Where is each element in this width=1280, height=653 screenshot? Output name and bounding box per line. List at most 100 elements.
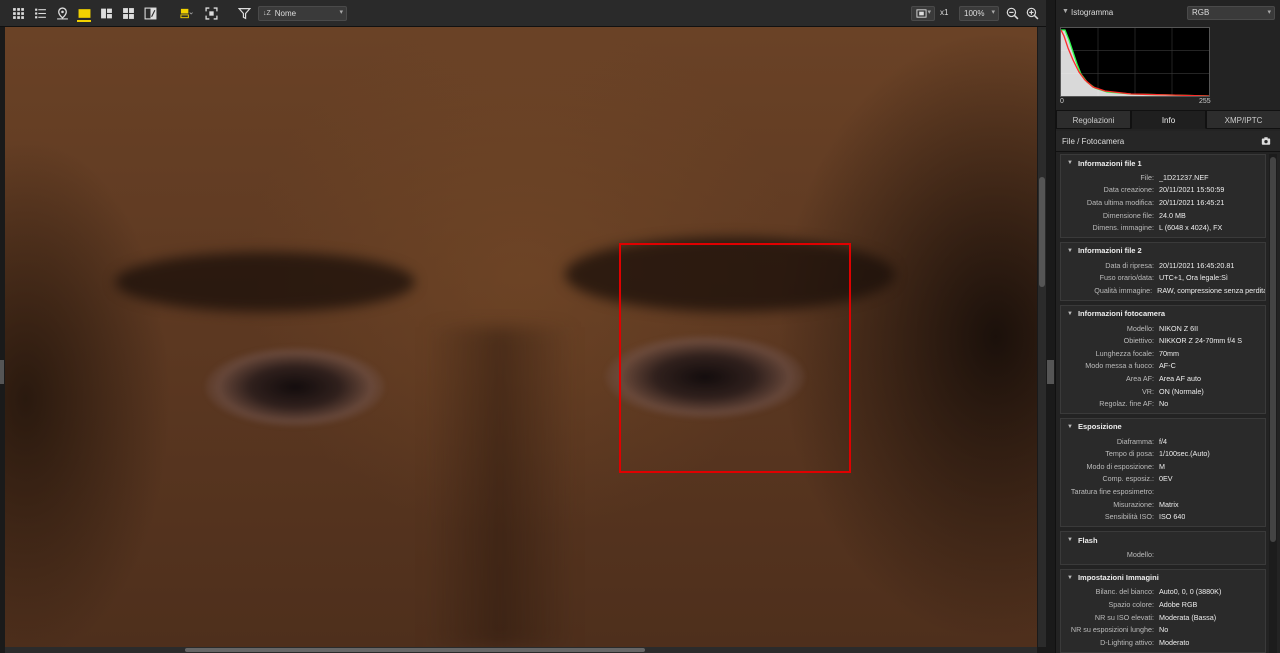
info-row: Modello: NIKON Z 6II — [1061, 322, 1265, 335]
info-section-header[interactable]: ▼ Informazioni file 2 — [1061, 243, 1265, 259]
panel-tabs: Regolazioni Info XMP/IPTC — [1056, 110, 1280, 129]
info-row-label: NR su esposizioni lunghe: — [1070, 625, 1154, 635]
map-view-button[interactable] — [53, 4, 71, 22]
info-row-value: M — [1159, 461, 1165, 471]
info-row-value: 1/100sec.(Auto) — [1159, 449, 1210, 459]
info-row: Dimensione file: 24.0 MB — [1061, 209, 1265, 222]
info-row-value: UTC+1, Ora legale:Sì — [1159, 273, 1228, 283]
before-after-button[interactable] — [141, 4, 159, 22]
chevron-down-icon: ▾ — [991, 9, 995, 16]
info-row: File: _1D21237.NEF — [1061, 171, 1265, 184]
zoom-out-button[interactable] — [1003, 4, 1021, 22]
zoom-in-icon — [1026, 7, 1038, 19]
info-section-title: Informazioni fotocamera — [1077, 309, 1166, 319]
grid-view-button[interactable] — [9, 4, 27, 22]
info-row: Fuso orario/data: UTC+1, Ora legale:Sì — [1061, 272, 1265, 285]
chevron-down-icon: ▾ — [927, 9, 931, 16]
zoom-in-button[interactable] — [1023, 4, 1041, 22]
info-row-value: Adobe RGB — [1159, 600, 1198, 610]
sort-order-icon: ↓Z — [263, 10, 271, 17]
collapse-triangle-icon[interactable]: ▼ — [1062, 8, 1069, 15]
zoom-level-value: 100% — [964, 9, 985, 18]
info-row-label: Diaframma: — [1116, 436, 1154, 446]
fit-mode-dropdown[interactable]: ▾ — [911, 6, 935, 21]
filmstrip-button[interactable] — [175, 4, 197, 22]
collapse-triangle-icon[interactable]: ▼ — [1067, 248, 1073, 254]
list-view-button[interactable] — [31, 4, 49, 22]
tab-info[interactable]: Info — [1131, 110, 1206, 129]
collapse-triangle-icon[interactable]: ▼ — [1067, 575, 1073, 581]
image-viewer[interactable] — [5, 27, 1037, 647]
info-row-label: Dimens. immagine: — [1092, 223, 1154, 233]
info-row: NR su esposizioni lunghe: No — [1061, 623, 1265, 636]
camera-icon[interactable] — [1261, 136, 1271, 146]
histogram-min-label: 0 — [1060, 98, 1064, 105]
tab-regolazioni[interactable]: Regolazioni — [1056, 110, 1131, 129]
sort-dropdown[interactable]: ↓Z Nome ▾ — [258, 6, 347, 21]
info-section-header[interactable]: ▼ Informazioni fotocamera — [1061, 306, 1265, 322]
info-row-label: Sensibilità ISO: — [1104, 512, 1154, 522]
info-row-label: Modello: — [1126, 549, 1154, 559]
collapse-triangle-icon[interactable]: ▼ — [1067, 311, 1073, 317]
info-row: Data creazione: 20/11/2021 15:50:59 — [1061, 184, 1265, 197]
info-row: Taratura fine esposimetro: — [1061, 485, 1265, 498]
right-panel: ▼ Istogramma RGB ▾ 0 255 Regolazioni Inf… — [1055, 0, 1280, 653]
info-row-label: Data ultima modifica: — [1086, 197, 1154, 207]
zoom-1x-button[interactable]: x1 — [940, 8, 948, 17]
info-row-label: Regolaz. fine AF: — [1099, 399, 1154, 409]
info-row: Misurazione: Matrix — [1061, 498, 1265, 511]
scroll-thumb[interactable] — [1039, 177, 1045, 287]
expand-icon — [204, 6, 218, 20]
viewer-horizontal-scrollbar[interactable] — [5, 647, 1037, 653]
collapse-triangle-icon[interactable]: ▼ — [1067, 424, 1073, 430]
compare-icon — [100, 8, 112, 18]
info-row-label: D-Lighting attivo: — [1100, 637, 1154, 647]
info-row-value: AF-C — [1159, 361, 1176, 371]
info-row-value: NIKON Z 6II — [1159, 323, 1199, 333]
info-row-value: f/4 — [1159, 436, 1167, 446]
zoom-level-dropdown[interactable]: 100% ▾ — [959, 6, 999, 21]
info-row-label: Taratura fine esposimetro: — [1070, 487, 1154, 497]
info-row: Modello: — [1061, 548, 1265, 561]
single-image-view-button[interactable] — [75, 4, 93, 22]
info-row-label: Bilanc. del bianco: — [1095, 587, 1154, 597]
info-section-header[interactable]: ▼ Esposizione — [1061, 419, 1265, 435]
collapse-triangle-icon[interactable]: ▼ — [1067, 537, 1073, 543]
info-row-label: Area AF: — [1126, 373, 1154, 383]
info-section-title: Informazioni file 2 — [1077, 246, 1142, 256]
info-row-value: Moderato — [1159, 637, 1190, 647]
photo-nose-shadow — [425, 327, 575, 647]
sort-value: Nome — [274, 9, 297, 18]
filter-button[interactable] — [235, 4, 253, 22]
compare-view-button[interactable] — [97, 4, 115, 22]
scroll-thumb[interactable] — [185, 648, 645, 652]
collapse-triangle-icon[interactable]: ▼ — [1067, 160, 1073, 166]
info-row-label: Fuso orario/data: — [1099, 273, 1154, 283]
viewer-vertical-scrollbar[interactable] — [1038, 27, 1046, 647]
info-section-header[interactable]: ▼ Informazioni file 1 — [1061, 155, 1265, 171]
left-panel-toggle[interactable] — [0, 360, 4, 384]
info-row-label: Modo di esposizione: — [1086, 461, 1154, 471]
histogram-header[interactable]: ▼ Istogramma RGB ▾ — [1056, 6, 1280, 20]
zoom-out-icon — [1006, 7, 1018, 19]
info-row-value: Area AF auto — [1159, 373, 1201, 383]
scroll-thumb[interactable] — [1270, 157, 1276, 542]
tab-xmp-iptc[interactable]: XMP/IPTC — [1206, 110, 1280, 129]
info-section: ▼ Informazioni file 1 File: _1D21237.NEF Dat… — [1060, 154, 1266, 238]
info-row: Qualità immagine: RAW, compressione senza… — [1061, 284, 1265, 297]
info-row-value: _1D21237.NEF — [1159, 172, 1209, 182]
info-section-header[interactable]: ▼ Flash — [1061, 532, 1265, 548]
info-section-header[interactable]: ▼ Impostazioni Immagini — [1061, 570, 1265, 586]
info-row-label: Comp. esposiz.: — [1102, 474, 1154, 484]
right-panel-toggle[interactable] — [1047, 360, 1054, 384]
fit-screen-button[interactable] — [202, 4, 220, 22]
info-row: Tempo di posa: 1/100sec.(Auto) — [1061, 448, 1265, 461]
histogram-channel-dropdown[interactable]: RGB ▾ — [1187, 6, 1275, 20]
info-subheader-title: File / Fotocamera — [1062, 137, 1125, 146]
multi-view-button[interactable] — [119, 4, 137, 22]
list-icon — [34, 8, 46, 18]
info-subheader: File / Fotocamera — [1056, 131, 1280, 152]
info-row-value: No — [1159, 625, 1169, 635]
info-scrollbar[interactable] — [1269, 154, 1277, 653]
info-row-value: ISO 640 — [1159, 512, 1186, 522]
